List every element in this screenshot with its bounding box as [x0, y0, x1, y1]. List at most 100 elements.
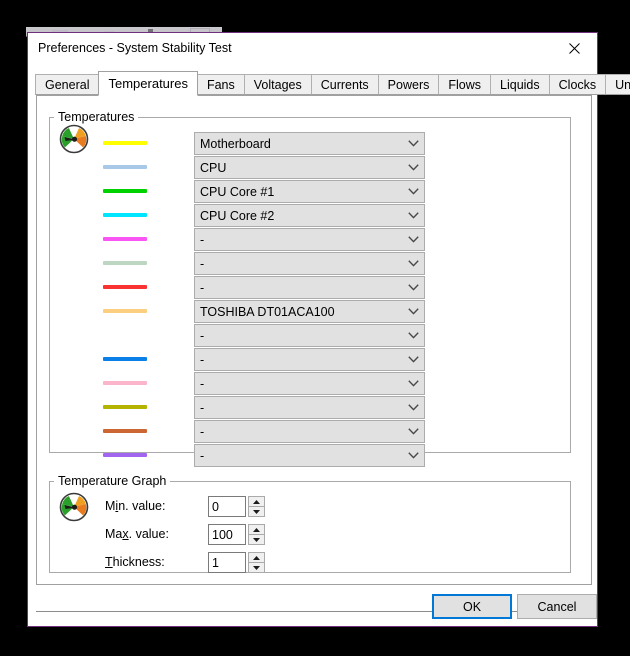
- sensor-select-value: TOSHIBA DT01ACA100: [200, 304, 335, 319]
- preferences-dialog: Preferences - System Stability Test Temp…: [27, 32, 598, 627]
- color-swatch-3[interactable]: [103, 189, 147, 193]
- sensor-select-11[interactable]: -: [194, 372, 425, 395]
- tab-label: Clocks: [558, 77, 597, 92]
- close-button[interactable]: [552, 33, 597, 63]
- group-bottom-border-graph: [49, 572, 571, 573]
- tab-label: Voltages: [253, 77, 302, 92]
- sensor-select-9[interactable]: -: [194, 324, 425, 347]
- color-swatch-2[interactable]: [103, 165, 147, 169]
- tab-flows[interactable]: Flows: [438, 74, 492, 95]
- gauge-icon: [59, 124, 89, 154]
- color-swatch-8[interactable]: [103, 309, 147, 313]
- cancel-button[interactable]: Cancel: [517, 594, 597, 619]
- tab-liquids[interactable]: Liquids: [490, 74, 550, 95]
- tab-general[interactable]: General: [35, 74, 100, 95]
- sensor-select-2[interactable]: CPU: [194, 156, 425, 179]
- chevron-down-icon: [402, 404, 424, 411]
- temperatures-group-label: Temperatures: [54, 110, 139, 124]
- tab-label: Powers: [387, 77, 430, 92]
- sensor-select-13[interactable]: -: [194, 420, 425, 443]
- color-swatch-9[interactable]: [103, 333, 147, 337]
- color-swatch-13[interactable]: [103, 429, 147, 433]
- sensor-select-1[interactable]: Motherboard: [194, 132, 425, 155]
- thickness-spin-buttons: [248, 552, 265, 573]
- chevron-down-icon: [402, 356, 424, 363]
- chevron-down-icon: [402, 164, 424, 171]
- chevron-down-icon: [402, 236, 424, 243]
- tab-strip: General Temperatures Fans Voltages Currents P…: [35, 71, 630, 96]
- max-value-increment-button[interactable]: [248, 524, 265, 535]
- sensor-select-value: -: [200, 232, 205, 247]
- sensor-select-value: -: [200, 256, 205, 271]
- chevron-down-icon: [402, 140, 424, 147]
- chevron-down-icon: [402, 284, 424, 291]
- sensor-select-value: -: [200, 400, 205, 415]
- tab-temperatures[interactable]: Temperatures: [98, 71, 198, 96]
- sensor-select-12[interactable]: -: [194, 396, 425, 419]
- thickness-decrement-button[interactable]: [248, 563, 265, 573]
- tab-powers[interactable]: Powers: [377, 74, 440, 95]
- sensor-select-14[interactable]: -: [194, 444, 425, 467]
- color-swatch-12[interactable]: [103, 405, 147, 409]
- min-value-increment-button[interactable]: [248, 496, 265, 507]
- gauge-icon-graph: [59, 492, 89, 522]
- max-value-input[interactable]: [208, 524, 246, 545]
- color-swatch-4[interactable]: [103, 213, 147, 217]
- thickness-stepper[interactable]: [208, 552, 265, 573]
- tab-currents[interactable]: Currents: [310, 74, 379, 95]
- graph-group-label: Temperature Graph: [54, 474, 171, 488]
- chevron-down-icon: [402, 452, 424, 459]
- chevron-down-icon: [402, 308, 424, 315]
- sensor-select-value: -: [200, 424, 205, 439]
- color-swatch-10[interactable]: [103, 357, 147, 361]
- sensor-select-value: -: [200, 352, 205, 367]
- color-swatch-7[interactable]: [103, 285, 147, 289]
- chevron-down-icon: [402, 428, 424, 435]
- tab-label: General: [45, 77, 90, 92]
- tab-label: Liquids: [500, 77, 540, 92]
- tab-panel: Temperatures Motherboard CPU CPU Core #1…: [36, 95, 592, 585]
- sensor-select-value: -: [200, 448, 205, 463]
- min-value-label: Min. value:: [105, 499, 166, 513]
- thickness-input[interactable]: [208, 552, 246, 573]
- tab-voltages[interactable]: Voltages: [243, 74, 312, 95]
- sensor-select-10[interactable]: -: [194, 348, 425, 371]
- thickness-increment-button[interactable]: [248, 552, 265, 563]
- color-swatch-6[interactable]: [103, 261, 147, 265]
- color-swatch-5[interactable]: [103, 237, 147, 241]
- group-right-border-temperatures: [570, 117, 571, 453]
- sensor-select-3[interactable]: CPU Core #1: [194, 180, 425, 203]
- ok-button[interactable]: OK: [432, 594, 512, 619]
- max-value-stepper[interactable]: [208, 524, 265, 545]
- sensor-select-value: CPU: [200, 160, 227, 175]
- tab-unified[interactable]: Unified: [605, 74, 630, 95]
- sensor-select-8[interactable]: TOSHIBA DT01ACA100: [194, 300, 425, 323]
- min-value-stepper[interactable]: [208, 496, 265, 517]
- screen: Preferences - System Stability Test Temp…: [0, 0, 630, 656]
- group-left-border-temperatures: [49, 117, 50, 453]
- tab-label: Currents: [320, 77, 369, 92]
- max-value-spin-buttons: [248, 524, 265, 545]
- close-icon: [569, 42, 580, 54]
- color-swatch-1[interactable]: [103, 141, 147, 145]
- color-swatch-11[interactable]: [103, 381, 147, 385]
- min-value-decrement-button[interactable]: [248, 507, 265, 517]
- sensor-select-5[interactable]: -: [194, 228, 425, 251]
- title-bar: Preferences - System Stability Test: [28, 33, 597, 64]
- max-value-label: Max. value:: [105, 527, 169, 541]
- thickness-label: Thickness:: [105, 555, 165, 569]
- sensor-select-value: Motherboard: [200, 136, 271, 151]
- tab-clocks[interactable]: Clocks: [548, 74, 607, 95]
- sensor-select-6[interactable]: -: [194, 252, 425, 275]
- window-title: Preferences - System Stability Test: [38, 41, 232, 55]
- chevron-down-icon: [402, 260, 424, 267]
- tab-label: Temperatures: [108, 76, 188, 91]
- sensor-select-4[interactable]: CPU Core #2: [194, 204, 425, 227]
- sensor-select-7[interactable]: -: [194, 276, 425, 299]
- min-value-input[interactable]: [208, 496, 246, 517]
- max-value-decrement-button[interactable]: [248, 535, 265, 545]
- tab-label: Fans: [206, 77, 235, 92]
- color-swatch-14[interactable]: [103, 453, 147, 457]
- tab-fans[interactable]: Fans: [196, 74, 245, 95]
- sensor-select-value: CPU Core #1: [200, 184, 275, 199]
